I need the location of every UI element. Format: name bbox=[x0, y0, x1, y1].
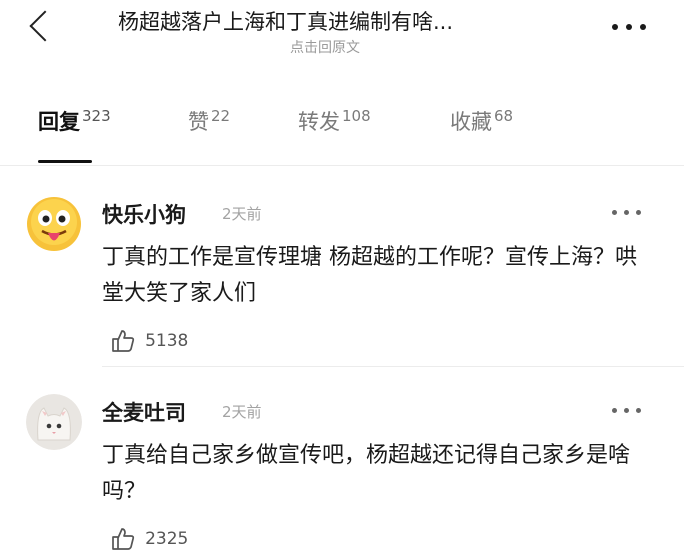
comment-content: 丁真的工作是宣传理塘 杨超越的工作呢？宣传上海？哄堂大笑了家人们 bbox=[102, 245, 637, 306]
divider bbox=[0, 165, 684, 166]
tab-label: 赞 bbox=[188, 110, 209, 134]
active-tab-indicator bbox=[38, 160, 92, 163]
more-options-icon[interactable] bbox=[612, 210, 646, 216]
tab-count: 323 bbox=[82, 107, 111, 125]
tab-reposts[interactable]: 转发 108 bbox=[298, 106, 371, 136]
like-count: 5138 bbox=[145, 331, 189, 351]
more-options-icon[interactable] bbox=[612, 24, 652, 34]
back-to-original-link[interactable]: 点击回原文 bbox=[290, 37, 360, 57]
back-icon[interactable] bbox=[29, 10, 61, 42]
like-button[interactable]: 2325 bbox=[110, 526, 188, 552]
tab-count: 22 bbox=[211, 107, 231, 125]
tab-label: 回复 bbox=[38, 110, 80, 134]
tab-label: 转发 bbox=[298, 110, 340, 134]
like-button[interactable]: 5138 bbox=[110, 328, 188, 354]
tab-count: 108 bbox=[342, 107, 371, 125]
thumbs-up-icon bbox=[112, 330, 135, 352]
tab-replies[interactable]: 回复 323 bbox=[38, 106, 111, 136]
page-title: 杨超越落户上海和丁真进编制有啥... bbox=[118, 10, 454, 34]
tab-count: 68 bbox=[494, 107, 514, 125]
tab-bar: 回复 323 赞 22 转发 108 收藏 68 bbox=[0, 96, 684, 166]
comment-content: 丁真给自己家乡做宣传吧，杨超越还记得自己家乡是啥吗？ bbox=[102, 443, 631, 504]
cat-photo-avatar[interactable] bbox=[26, 394, 82, 450]
nav-bar: 杨超越落户上海和丁真进编制有啥... 点击回原文 bbox=[0, 0, 684, 70]
tab-label: 收藏 bbox=[450, 110, 492, 134]
comment-time: 2天前 bbox=[222, 205, 262, 223]
comment-username[interactable]: 快乐小狗 bbox=[102, 199, 186, 229]
thumbs-up-icon bbox=[112, 528, 135, 550]
divider bbox=[102, 366, 684, 367]
more-options-icon[interactable] bbox=[612, 408, 646, 414]
tab-favorites[interactable]: 收藏 68 bbox=[450, 106, 513, 136]
tab-likes[interactable]: 赞 22 bbox=[188, 106, 230, 136]
tongue-emoji-avatar[interactable] bbox=[26, 196, 82, 252]
like-count: 2325 bbox=[145, 529, 189, 549]
comment-username[interactable]: 全麦吐司 bbox=[102, 397, 186, 427]
comment-time: 2天前 bbox=[222, 403, 262, 421]
